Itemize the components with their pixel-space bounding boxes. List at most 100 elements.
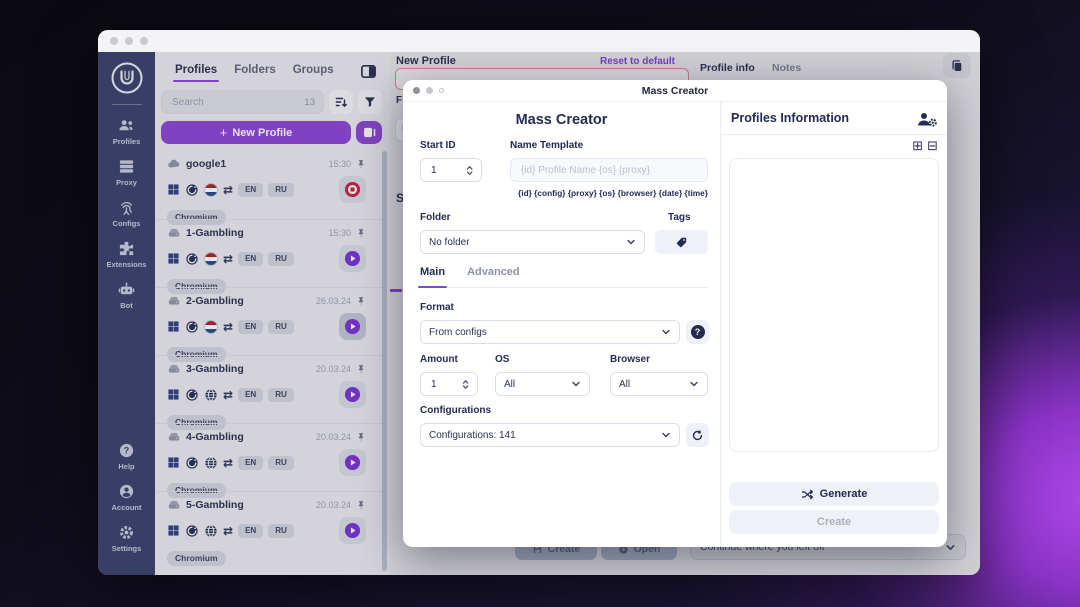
plus-icon: + [219,125,228,140]
action-chip[interactable] [339,176,366,203]
pin-icon[interactable] [356,500,366,510]
profile-row[interactable]: 5-Gambling 20.03.24 ⇄ EN RU Chromium [155,491,390,566]
flag-nl-icon [204,182,218,197]
configurations-select-value: Configurations: 141 [429,429,516,441]
tab-advanced[interactable]: Advanced [467,266,520,287]
filter-button[interactable] [358,90,382,114]
collapse-all-icon[interactable]: ⊟ [927,140,938,153]
start-id-field[interactable] [420,158,482,182]
search-box[interactable]: 13 [161,90,324,114]
tab-groups[interactable]: Groups [293,64,334,82]
create-button-disabled[interactable]: Create [729,510,939,534]
window-minimize-button[interactable] [125,37,133,45]
sidebar-item-settings[interactable]: Settings [112,524,141,553]
name-template-field[interactable] [510,158,708,182]
profile-row[interactable]: 4-Gambling 20.03.24 ⇄ EN RU Chromium [155,423,390,498]
start-id-input[interactable] [429,163,466,177]
proxy-swap-icon: ⇄ [223,182,234,197]
search-row: 13 [161,90,382,114]
amount-label: Amount [420,354,458,365]
tab-profile-info[interactable]: Profile info [700,62,755,74]
refresh-icon [691,429,704,442]
template-tokens-hint: {id} {config} {proxy} {os} {browser} {da… [518,188,708,198]
stepper-icon[interactable] [466,163,473,178]
folder-select[interactable]: No folder [420,230,645,254]
chevron-down-icon [571,379,581,389]
sidebar-item-configs[interactable]: Configs [106,199,146,228]
pin-icon[interactable] [356,296,366,306]
duplicate-button[interactable] [943,53,971,78]
app-window: Profiles Proxy Configs Extensions Bot He… [98,30,980,575]
tags-button[interactable] [655,230,708,254]
browser-select[interactable]: All [610,372,708,396]
person-gear-icon[interactable] [916,110,938,128]
window-maximize-button[interactable] [140,37,148,45]
modal-tabs: Main Advanced [417,266,708,288]
pin-icon[interactable] [356,159,366,169]
sidebar-item-proxy[interactable]: Proxy [106,158,146,187]
tab-profiles[interactable]: Profiles [172,64,220,82]
amount-input[interactable] [429,377,462,391]
modal-heading: Mass Creator [515,112,608,128]
os-label: OS [495,354,510,365]
pin-icon[interactable] [356,432,366,442]
format-select[interactable]: From configs [420,320,680,344]
mass-creator-button[interactable] [356,121,382,144]
browser-engine-icon [185,252,199,266]
os-select[interactable]: All [495,372,590,396]
generate-button[interactable]: Generate [729,482,939,506]
play-button[interactable] [344,454,361,471]
sort-button[interactable] [329,90,353,114]
play-button[interactable] [344,318,361,335]
profile-row[interactable]: 3-Gambling 20.03.24 ⇄ EN RU Chromium [155,355,390,430]
play-button[interactable] [344,386,361,403]
action-chip[interactable] [339,245,366,272]
desktop-background: Profiles Proxy Configs Extensions Bot He… [0,0,1080,607]
refresh-configurations-button[interactable] [686,423,709,447]
language-badge: RU [268,182,294,197]
profiles-information-box [729,158,939,452]
profile-row[interactable]: google1 15:30 ⇄ EN RU Chromium [155,151,390,225]
sidebar-divider [111,104,142,105]
local-storage-icon [167,362,181,376]
sidebar-nav: Profiles Proxy Configs Extensions Bot [106,117,147,322]
pin-icon[interactable] [356,228,366,238]
tab-folders[interactable]: Folders [234,64,276,82]
sidebar-item-profiles[interactable]: Profiles [106,117,146,146]
stop-button[interactable] [344,181,361,198]
panel-divider [721,134,947,135]
sidebar-item-extensions[interactable]: Extensions [106,240,147,269]
action-chip[interactable] [339,313,366,340]
action-chip[interactable] [339,449,366,476]
search-input[interactable] [170,95,301,109]
person-circle-icon [118,483,135,500]
folder-select-value: No folder [429,236,470,248]
format-select-value: From configs [429,326,487,338]
reset-to-default-link[interactable]: Reset to default [600,56,675,67]
tab-notes[interactable]: Notes [772,62,801,74]
panel-toggle-button[interactable] [360,63,380,83]
profile-row[interactable]: 1-Gambling 15:30 ⇄ EN RU Chromium [155,219,390,294]
browser-tag: Chromium [167,550,226,566]
new-profile-button[interactable]: + New Profile [161,121,351,144]
configurations-select[interactable]: Configurations: 141 [420,423,680,447]
play-button[interactable] [344,250,361,267]
sidebar-item-bot[interactable]: Bot [106,281,146,310]
list-scrollbar[interactable] [382,151,387,571]
action-chip[interactable] [339,517,366,544]
format-help-button[interactable]: ? [686,320,709,344]
profile-row[interactable]: 2-Gambling 26.03.24 ⇄ EN RU Chromium [155,287,390,362]
amount-field[interactable] [420,372,478,396]
expand-all-icon[interactable]: ⊞ [912,140,923,153]
sidebar-item-account[interactable]: Account [112,483,142,512]
stepper-icon[interactable] [462,377,469,392]
app-logo-icon [110,61,144,95]
name-template-input[interactable] [519,163,699,177]
sidebar-item-help[interactable]: Help [118,442,135,471]
window-close-button[interactable] [110,37,118,45]
action-chip[interactable] [339,381,366,408]
tab-main[interactable]: Main [417,266,448,288]
play-button[interactable] [344,522,361,539]
pin-icon[interactable] [356,364,366,374]
profiles-information-title: Profiles Information [731,111,850,125]
